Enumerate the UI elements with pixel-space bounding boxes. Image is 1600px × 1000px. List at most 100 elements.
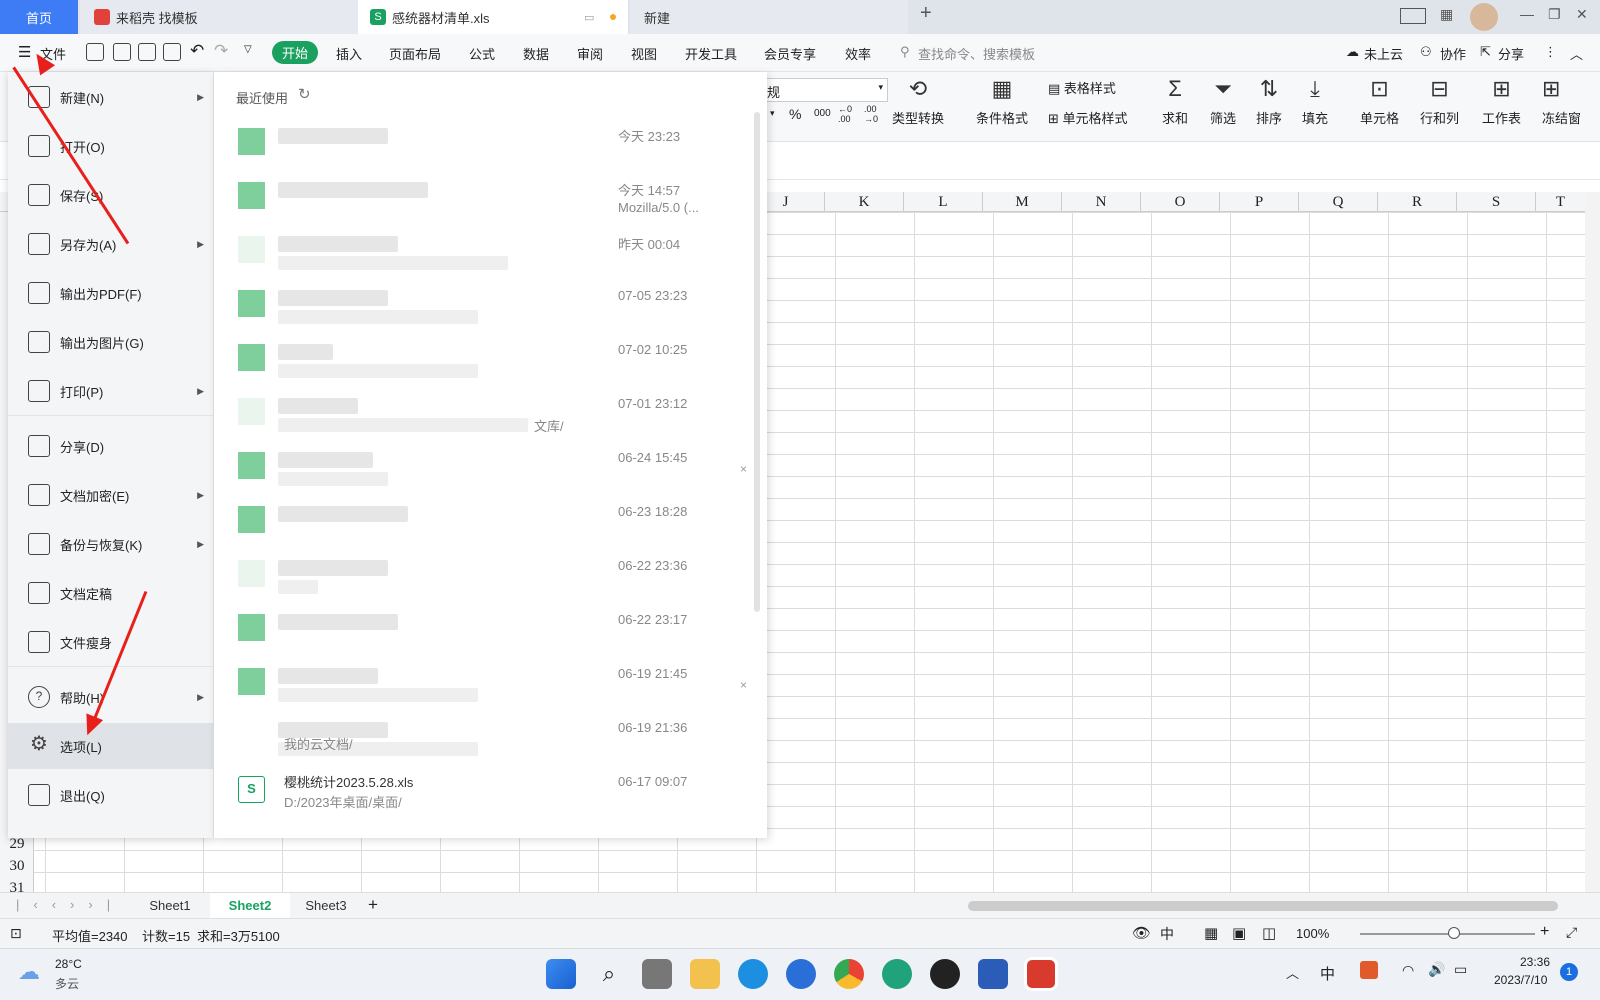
- recent-file-item[interactable]: 今天 14:57 Mozilla/5.0 (...: [214, 170, 767, 224]
- recent-file-item[interactable]: 昨天 00:04: [214, 224, 767, 278]
- col-S[interactable]: S: [1456, 192, 1535, 212]
- export-quick-icon[interactable]: [113, 43, 131, 61]
- sogou-icon[interactable]: [1360, 961, 1378, 979]
- redo-icon[interactable]: ↷: [214, 41, 228, 61]
- tab-page-layout[interactable]: 页面布局: [389, 44, 441, 63]
- horizontal-scrollbar[interactable]: [968, 901, 1558, 911]
- percent-button[interactable]: %: [789, 106, 801, 122]
- taskview-icon[interactable]: [642, 959, 672, 989]
- page-break-view-icon[interactable]: ◫: [1262, 924, 1276, 942]
- more-icon[interactable]: ⋮: [1544, 44, 1557, 60]
- recent-file-item[interactable]: 06-22 23:17: [214, 602, 767, 656]
- col-R[interactable]: R: [1377, 192, 1456, 212]
- recent-file-item[interactable]: 文库/07-01 23:12: [214, 386, 767, 440]
- page-layout-view-icon[interactable]: ▣: [1232, 924, 1246, 942]
- remove-recent-icon[interactable]: ×: [740, 678, 747, 692]
- monitor-icon[interactable]: ▭: [584, 11, 594, 24]
- currency-chevron-icon[interactable]: ▾: [770, 108, 775, 119]
- ime-icon[interactable]: 中: [1160, 924, 1174, 944]
- collab-button[interactable]: 协作: [1440, 44, 1466, 63]
- sheet-tab-2[interactable]: Sheet2: [210, 893, 290, 919]
- row-30[interactable]: 30: [0, 858, 34, 875]
- word-icon[interactable]: [978, 959, 1008, 989]
- file-menu-item-10[interactable]: 文档定稿: [8, 570, 214, 616]
- recent-file-item[interactable]: S 樱桃统计2023.5.28.xls D:/2023年桌面/桌面/06-17 09…: [214, 764, 767, 818]
- minimize-icon[interactable]: —: [1520, 6, 1534, 22]
- wps-icon[interactable]: [1024, 957, 1058, 991]
- save-quick-icon[interactable]: [86, 43, 104, 61]
- recent-file-item[interactable]: 06-24 15:45 ×: [214, 440, 767, 494]
- tab-developer[interactable]: 开发工具: [685, 44, 737, 63]
- start-icon[interactable]: [546, 959, 576, 989]
- tab-new[interactable]: 新建: [630, 0, 908, 34]
- clock-time[interactable]: 23:36: [1520, 955, 1550, 969]
- file-menu-item-2[interactable]: 保存(S): [8, 172, 214, 218]
- file-menu-item-6[interactable]: 打印(P) ▶: [8, 368, 214, 414]
- ime-tray[interactable]: 中: [1320, 963, 1335, 984]
- sheet-tab-1[interactable]: Sheet1: [130, 893, 210, 919]
- recent-file-item[interactable]: 07-05 23:23: [214, 278, 767, 332]
- recent-file-item[interactable]: 07-02 10:25: [214, 332, 767, 386]
- file-menu-item-5[interactable]: 输出为图片(G): [8, 319, 214, 365]
- tab-data[interactable]: 数据: [523, 44, 549, 63]
- file-menu-item-0[interactable]: 新建(N) ▶: [8, 74, 214, 120]
- zoom-level[interactable]: 100%: [1296, 926, 1329, 941]
- qq-icon[interactable]: [930, 959, 960, 989]
- freeze-button[interactable]: ⊞ 冻结窗: [1542, 76, 1592, 127]
- share-button[interactable]: 分享: [1498, 44, 1524, 63]
- volume-icon[interactable]: 🔊: [1428, 961, 1445, 978]
- grid-apps-icon[interactable]: ▦: [1440, 6, 1453, 23]
- normal-view-icon[interactable]: ▦: [1204, 924, 1218, 942]
- tab-template[interactable]: 来稻壳 找模板: [80, 0, 358, 34]
- tab-insert[interactable]: 插入: [336, 44, 362, 63]
- tab-review[interactable]: 审阅: [577, 44, 603, 63]
- file-menu-item-8[interactable]: 文档加密(E) ▶: [8, 472, 214, 518]
- tab-member[interactable]: 会员专享: [764, 44, 816, 63]
- wifi-icon[interactable]: ◠: [1402, 962, 1414, 979]
- file-menu-item-9[interactable]: 备份与恢复(K) ▶: [8, 521, 214, 567]
- clock-date[interactable]: 2023/7/10: [1494, 973, 1547, 987]
- close-icon[interactable]: ✕: [1576, 6, 1588, 23]
- number-format-select[interactable]: 规 ▾: [760, 78, 888, 102]
- tab-home[interactable]: 首页: [0, 0, 78, 34]
- undo-icon[interactable]: ↶: [190, 41, 204, 61]
- tray-expand-icon[interactable]: ︿: [1286, 963, 1299, 982]
- chrome-icon[interactable]: [834, 959, 864, 989]
- sheet-button[interactable]: ⊞ 工作表: [1482, 76, 1521, 127]
- cell-button[interactable]: ⊡ 单元格: [1360, 76, 1399, 127]
- file-menu-item-11[interactable]: 文件瘦身: [8, 619, 214, 665]
- battery-icon[interactable]: ▭: [1454, 961, 1467, 978]
- decrease-decimal-button[interactable]: .00 →0: [864, 104, 886, 124]
- file-menu-item-14[interactable]: 退出(Q): [8, 772, 214, 818]
- status-monitor-icon[interactable]: ⊡: [10, 925, 22, 942]
- edge-icon[interactable]: [738, 959, 768, 989]
- file-menu-item-13[interactable]: ⚙ 选项(L): [8, 723, 214, 769]
- sum-button[interactable]: Σ 求和: [1162, 76, 1188, 127]
- recent-file-item[interactable]: 06-23 18:28: [214, 494, 767, 548]
- collapse-ribbon-icon[interactable]: ︿: [1570, 44, 1583, 63]
- tab-efficiency[interactable]: 效率: [845, 44, 871, 63]
- file-menu-item-4[interactable]: 输出为PDF(F): [8, 270, 214, 316]
- col-O[interactable]: O: [1140, 192, 1219, 212]
- recent-file-item[interactable]: 今天 23:23: [214, 116, 767, 170]
- tab-start[interactable]: 开始: [272, 41, 318, 64]
- cell-style-button[interactable]: ⊞ 单元格样式: [1048, 108, 1128, 127]
- col-K[interactable]: K: [824, 192, 903, 212]
- add-tab-button[interactable]: +: [920, 2, 932, 25]
- cond-format-button[interactable]: ▦ 条件格式: [976, 76, 1028, 127]
- remove-recent-icon[interactable]: ×: [740, 462, 747, 476]
- layout-icon[interactable]: [1400, 8, 1426, 24]
- sort-button[interactable]: ⇅ 排序: [1256, 76, 1282, 127]
- row-29[interactable]: 29: [0, 836, 34, 853]
- explorer-icon[interactable]: [690, 959, 720, 989]
- eye-protect-icon[interactable]: 👁: [1132, 924, 1151, 942]
- avatar[interactable]: [1470, 3, 1498, 31]
- restore-icon[interactable]: ❐: [1548, 6, 1561, 23]
- increase-decimal-button[interactable]: ←0 .00: [838, 104, 860, 124]
- zoom-in-icon[interactable]: +: [1540, 923, 1549, 941]
- browser-icon[interactable]: [786, 959, 816, 989]
- search-input[interactable]: 查找命令、搜索模板: [918, 44, 1035, 63]
- fill-button[interactable]: ⤓ 填充: [1302, 76, 1328, 127]
- vertical-scrollbar[interactable]: [1585, 192, 1600, 892]
- edge-dev-icon[interactable]: [882, 959, 912, 989]
